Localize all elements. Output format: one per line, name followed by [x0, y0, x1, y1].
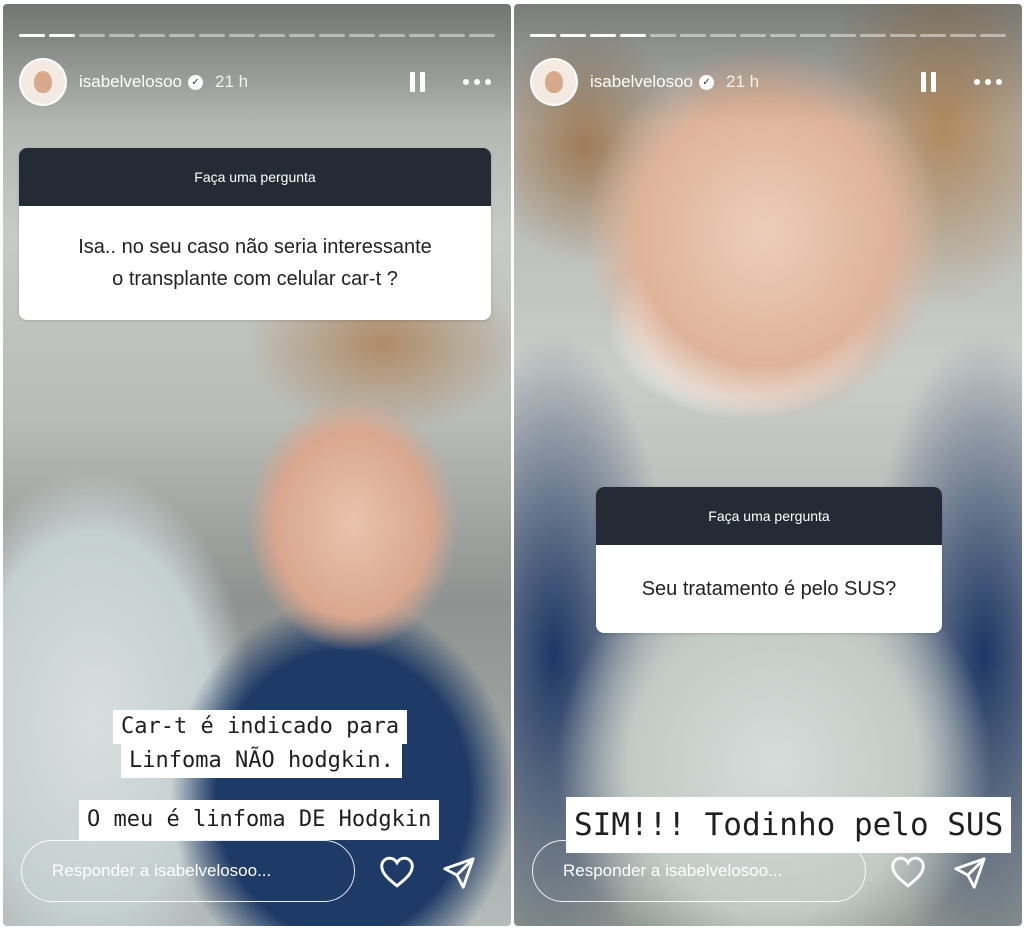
question-header: Faça uma pergunta [596, 487, 942, 545]
pause-icon[interactable] [921, 72, 936, 92]
post-time: 21 h [726, 72, 760, 91]
story-header: isabelvelosoo ✓ 21 h [19, 56, 495, 108]
story-progress [530, 34, 1006, 37]
question-sticker: Faça uma pergunta Isa.. no seu caso não … [19, 148, 491, 320]
caption-line-2: Linfoma NÃO hodgkin. [121, 744, 402, 778]
story-header: isabelvelosoo ✓ 21 h [530, 56, 1006, 108]
post-time: 21 h [215, 72, 249, 91]
heart-icon[interactable] [890, 856, 926, 888]
avatar[interactable] [19, 58, 67, 106]
verified-icon: ✓ [188, 74, 204, 90]
question-sticker: Faça uma pergunta Seu tratamento é pelo … [596, 487, 942, 633]
story-progress [19, 34, 495, 37]
username[interactable]: isabelvelosoo [79, 72, 182, 92]
caption-line-3: O meu é linfoma DE Hodgkin [79, 800, 440, 840]
question-text: Isa.. no seu caso não seria interessante… [19, 206, 491, 320]
story-photo [3, 4, 511, 926]
more-icon[interactable] [463, 79, 491, 85]
question-header: Faça uma pergunta [19, 148, 491, 206]
username[interactable]: isabelvelosoo [590, 72, 693, 92]
story-left[interactable]: isabelvelosoo ✓ 21 h Faça uma pergunta I… [3, 4, 511, 926]
avatar[interactable] [530, 58, 578, 106]
reply-input[interactable]: Responder a isabelvelosoo... [21, 840, 355, 902]
pause-icon[interactable] [410, 72, 425, 92]
story-photo [514, 4, 1022, 926]
question-line-2: o transplante com celular car-t ? [112, 268, 398, 290]
send-icon[interactable] [952, 856, 988, 890]
reply-input[interactable]: Responder a isabelvelosoo... [532, 840, 866, 902]
story-right[interactable]: isabelvelosoo ✓ 21 h Faça uma pergunta S… [514, 4, 1022, 926]
more-icon[interactable] [974, 79, 1002, 85]
question-text: Seu tratamento é pelo SUS? [641, 578, 897, 600]
heart-icon[interactable] [379, 856, 415, 888]
question-line-1: Isa.. no seu caso não seria interessante [78, 236, 432, 258]
verified-icon: ✓ [699, 74, 715, 90]
caption-line-1: Car-t é indicado para [113, 710, 408, 744]
send-icon[interactable] [441, 856, 477, 890]
